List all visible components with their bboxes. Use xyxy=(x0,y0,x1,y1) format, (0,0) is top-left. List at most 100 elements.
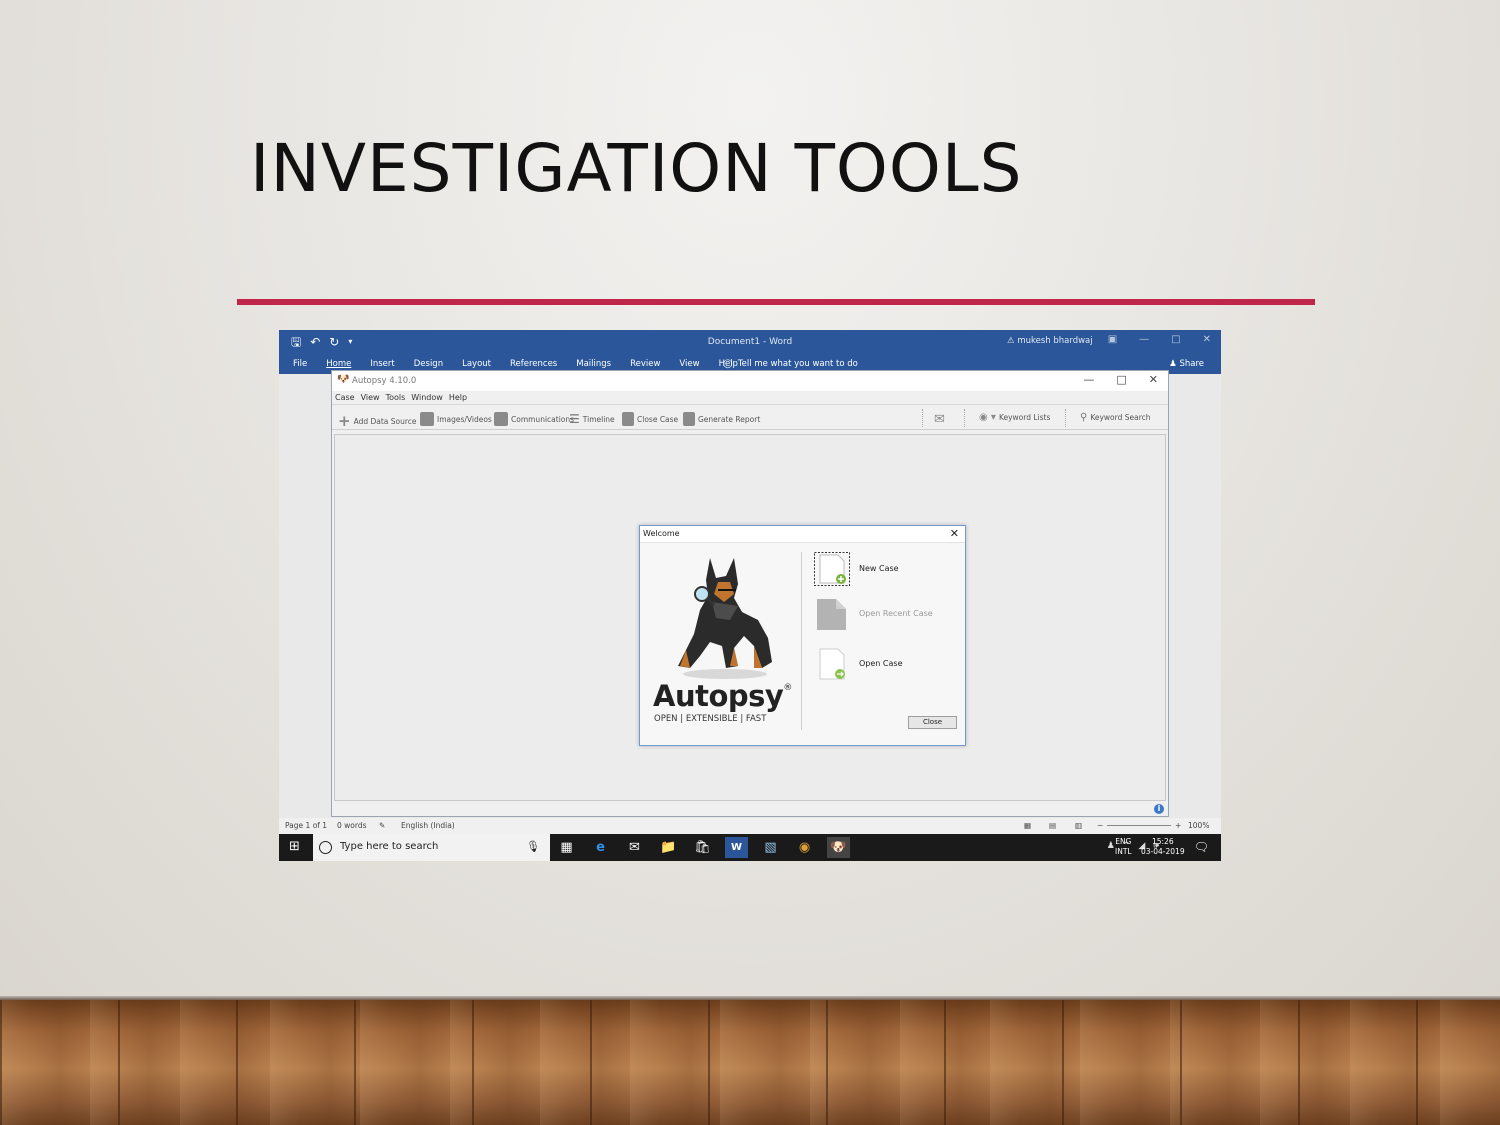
toolbar-separator xyxy=(964,409,965,427)
clock[interactable]: 15:26 03-04-2019 xyxy=(1141,837,1185,857)
taskbar-apps: ▦ e ✉ 📁 🛍 W ▧ ◉ 🐶 xyxy=(555,837,850,858)
welcome-titlebar: Welcome ✕ xyxy=(640,526,965,543)
add-data-source-button[interactable]: + Add Data Source xyxy=(338,412,417,430)
generate-report-button[interactable]: Generate Report xyxy=(683,412,760,426)
windows-taskbar: ⊞ Type here to search 🎙 ▦ e ✉ 📁 🛍 W ▧ ◉ … xyxy=(279,834,1221,861)
toolbar-separator xyxy=(1065,409,1066,427)
brand-text: Autopsy xyxy=(653,679,784,713)
word-app-icon[interactable]: W xyxy=(725,837,748,858)
open-recent-case-icon xyxy=(817,599,846,630)
open-recent-case-option[interactable]: Open Recent Case xyxy=(814,597,954,633)
minimize-icon[interactable]: — xyxy=(1083,373,1094,386)
tab-home[interactable]: Home xyxy=(326,359,351,369)
tab-design[interactable]: Design xyxy=(414,359,443,369)
close-button[interactable]: Close xyxy=(908,716,957,729)
autopsy-window-controls: — □ ✕ xyxy=(1083,373,1158,386)
tab-file[interactable]: File xyxy=(293,359,307,369)
new-case-option[interactable]: New Case xyxy=(814,552,954,588)
mail-icon[interactable]: ✉ xyxy=(623,837,646,858)
close-case-icon xyxy=(622,412,634,426)
windows-start-icon[interactable]: ⊞ xyxy=(289,840,303,854)
keyword-lists-label: Keyword Lists xyxy=(998,413,1051,422)
toolbar-separator xyxy=(922,409,923,427)
maximize-icon[interactable]: □ xyxy=(1171,334,1180,345)
proofing-icon[interactable]: ✎ xyxy=(379,821,385,830)
menu-window[interactable]: Window xyxy=(411,393,443,402)
tab-references[interactable]: References xyxy=(510,359,557,369)
web-layout-icon[interactable]: ▥ xyxy=(1075,821,1082,830)
zoom-in-icon[interactable]: + xyxy=(1175,821,1181,830)
read-mode-icon[interactable]: ▦ xyxy=(1024,821,1031,830)
search-placeholder: Type here to search xyxy=(340,841,439,852)
store-icon[interactable]: 🛍 xyxy=(691,837,714,858)
notes-app-icon[interactable]: ▧ xyxy=(759,837,782,858)
file-explorer-icon[interactable]: 📁 xyxy=(657,837,680,858)
tab-view[interactable]: View xyxy=(679,359,699,369)
task-view-icon[interactable]: ▦ xyxy=(555,837,578,858)
email-icon[interactable]: ✉ xyxy=(934,412,945,427)
autopsy-toolbar: + Add Data Source Images/Videos Communic… xyxy=(332,404,1168,430)
slide-title: INVESTIGATION TOOLS xyxy=(250,130,1023,207)
tab-review[interactable]: Review xyxy=(630,359,660,369)
action-center-icon[interactable]: 🗨 xyxy=(1194,840,1209,854)
close-icon[interactable]: ✕ xyxy=(950,527,959,540)
person-icon: ♟ xyxy=(1169,359,1177,369)
new-case-icon xyxy=(814,552,850,586)
images-videos-button[interactable]: Images/Videos xyxy=(420,412,492,426)
zoom-slider[interactable] xyxy=(1107,825,1171,826)
user-name: mukesh bhardwaj xyxy=(1017,336,1093,346)
tab-insert[interactable]: Insert xyxy=(370,359,394,369)
word-count[interactable]: 0 words xyxy=(337,821,367,830)
lang-top: ENG xyxy=(1115,837,1132,846)
input-language[interactable]: ENG INTL xyxy=(1115,837,1132,857)
maximize-icon[interactable]: □ xyxy=(1116,373,1126,386)
tab-layout[interactable]: Layout xyxy=(462,359,491,369)
menu-view[interactable]: View xyxy=(361,393,380,402)
keyword-lists-button[interactable]: ◉ ▾ Keyword Lists xyxy=(979,412,1050,423)
autopsy-titlebar: 🐶 Autopsy 4.10.0 — □ ✕ xyxy=(332,371,1168,391)
autopsy-window-title: Autopsy 4.10.0 xyxy=(352,376,417,386)
lang-bottom: INTL xyxy=(1115,847,1132,856)
lightbulb-icon: ◯ xyxy=(723,359,733,369)
language-indicator[interactable]: English (India) xyxy=(401,821,455,830)
print-layout-icon[interactable]: ▤ xyxy=(1049,821,1056,830)
welcome-dialog: Welcome ✕ Autopsy® OPEN | EXTENSIBLE | F… xyxy=(639,525,966,746)
minimize-icon[interactable]: — xyxy=(1139,334,1149,345)
ribbon-display-icon[interactable]: ▣ xyxy=(1108,334,1117,345)
generate-report-label: Generate Report xyxy=(698,414,761,424)
cortana-icon xyxy=(319,841,332,854)
info-icon[interactable]: i xyxy=(1154,804,1164,814)
close-case-button[interactable]: Close Case xyxy=(622,412,678,426)
gallery-icon xyxy=(420,412,434,426)
edge-icon[interactable]: e xyxy=(589,837,612,858)
timeline-button[interactable]: ☰ Timeline xyxy=(569,412,615,426)
page-count[interactable]: Page 1 of 1 xyxy=(285,821,327,830)
eye-icon: ◉ ▾ xyxy=(979,412,996,423)
tab-mailings[interactable]: Mailings xyxy=(576,359,611,369)
images-videos-label: Images/Videos xyxy=(437,414,492,424)
menu-case[interactable]: Case xyxy=(335,393,355,402)
communications-button[interactable]: Communications xyxy=(494,412,574,426)
clock-time: 15:26 xyxy=(1151,837,1174,846)
wood-floor xyxy=(0,1000,1500,1125)
zoom-out-icon[interactable]: − xyxy=(1097,821,1103,830)
autopsy-brand: Autopsy® xyxy=(653,679,792,713)
title-divider xyxy=(237,299,1315,305)
microphone-icon[interactable]: 🎙 xyxy=(526,840,540,853)
keyword-search-button[interactable]: ⚲ Keyword Search xyxy=(1080,412,1151,423)
user-account[interactable]: ⚠ mukesh bhardwaj xyxy=(1007,336,1093,346)
menu-tools[interactable]: Tools xyxy=(386,393,406,402)
close-icon[interactable]: ✕ xyxy=(1149,373,1158,386)
registered-mark: ® xyxy=(783,683,792,693)
open-case-option[interactable]: Open Case xyxy=(814,647,954,683)
autopsy-app-icon[interactable]: 🐶 xyxy=(827,837,850,858)
close-icon[interactable]: ✕ xyxy=(1203,334,1211,345)
tell-me-box[interactable]: ◯ Tell me what you want to do xyxy=(723,359,858,369)
taskbar-search-box[interactable]: Type here to search 🎙 xyxy=(313,834,550,861)
chrome-icon[interactable]: ◉ xyxy=(793,837,816,858)
word-titlebar: 🖫 ↶ ↻ ▾ Document1 - Word ⚠ mukesh bhardw… xyxy=(279,330,1221,354)
zoom-level[interactable]: 100% xyxy=(1188,821,1209,830)
people-icon[interactable]: ♟ xyxy=(1107,841,1115,851)
menu-help[interactable]: Help xyxy=(449,393,467,402)
share-button[interactable]: ♟ Share xyxy=(1169,359,1204,369)
